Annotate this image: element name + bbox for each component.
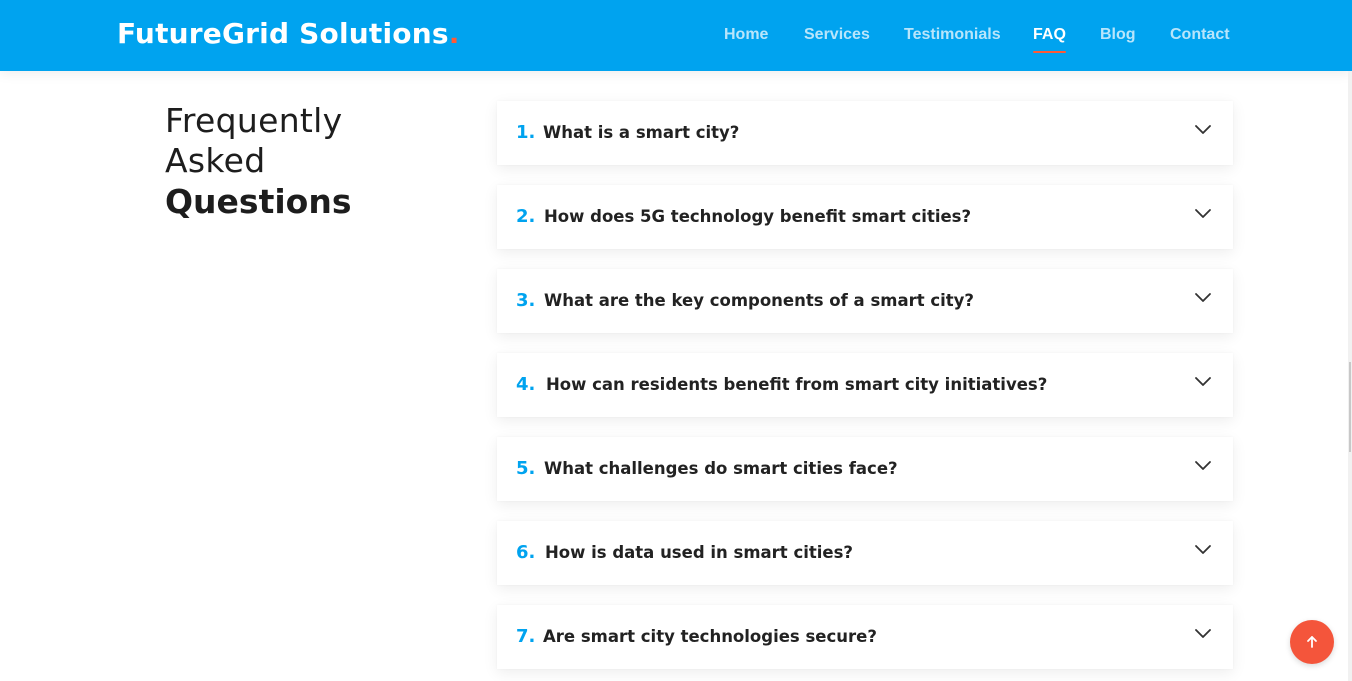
main-nav: Home Services Testimonials FAQ Blog Cont… <box>0 26 1352 56</box>
faq-item-6[interactable]: 6. How is data used in smart cities? <box>497 521 1233 585</box>
faq-question[interactable]: How does 5G technology benefit smart cit… <box>544 207 971 226</box>
scrollbar-thumb[interactable] <box>1349 362 1351 452</box>
chevron-down-icon[interactable] <box>1194 459 1212 471</box>
nav-services[interactable]: Services <box>804 26 870 44</box>
arrow-up-icon <box>1307 636 1317 648</box>
faq-number: 2. <box>516 206 536 227</box>
faq-item-1[interactable]: 1. What is a smart city? <box>497 101 1233 165</box>
nav-home[interactable]: Home <box>724 26 768 44</box>
chevron-down-icon[interactable] <box>1194 627 1212 639</box>
faq-section-title: Frequently Asked Questions <box>165 101 351 223</box>
faq-question[interactable]: What is a smart city? <box>543 123 739 142</box>
faq-list: 1. What is a smart city? 2. How does 5G … <box>497 101 1233 681</box>
title-strong: Questions <box>165 182 352 221</box>
chevron-down-icon[interactable] <box>1194 207 1212 219</box>
faq-question[interactable]: What are the key components of a smart c… <box>544 291 974 310</box>
nav-faq[interactable]: FAQ <box>1033 26 1066 53</box>
faq-item-4[interactable]: 4. How can residents benefit from smart … <box>497 353 1233 417</box>
title-line-1: Frequently <box>165 101 343 140</box>
scroll-to-top-button[interactable] <box>1290 620 1334 664</box>
faq-number: 7. <box>516 626 536 647</box>
faq-question[interactable]: What challenges do smart cities face? <box>544 459 898 478</box>
faq-number: 6. <box>516 542 536 563</box>
faq-item-2[interactable]: 2. How does 5G technology benefit smart … <box>497 185 1233 249</box>
faq-question[interactable]: How is data used in smart cities? <box>545 543 853 562</box>
faq-question[interactable]: How can residents benefit from smart cit… <box>546 375 1047 394</box>
chevron-down-icon[interactable] <box>1194 291 1212 303</box>
title-line-2: Asked <box>165 141 266 180</box>
chevron-down-icon[interactable] <box>1194 543 1212 555</box>
chevron-down-icon[interactable] <box>1194 375 1212 387</box>
faq-item-7[interactable]: 7. Are smart city technologies secure? <box>497 605 1233 669</box>
faq-number: 5. <box>516 458 536 479</box>
faq-item-5[interactable]: 5. What challenges do smart cities face? <box>497 437 1233 501</box>
faq-item-3[interactable]: 3. What are the key components of a smar… <box>497 269 1233 333</box>
faq-question[interactable]: Are smart city technologies secure? <box>543 627 877 646</box>
chevron-down-icon[interactable] <box>1194 123 1212 135</box>
faq-number: 4. <box>516 374 536 395</box>
faq-number: 3. <box>516 290 536 311</box>
site-header: FutureGrid Solutions. Home Services Test… <box>0 0 1352 71</box>
faq-number: 1. <box>516 122 536 143</box>
nav-contact[interactable]: Contact <box>1170 26 1230 44</box>
nav-blog[interactable]: Blog <box>1100 26 1136 44</box>
nav-testimonials[interactable]: Testimonials <box>904 26 1001 44</box>
